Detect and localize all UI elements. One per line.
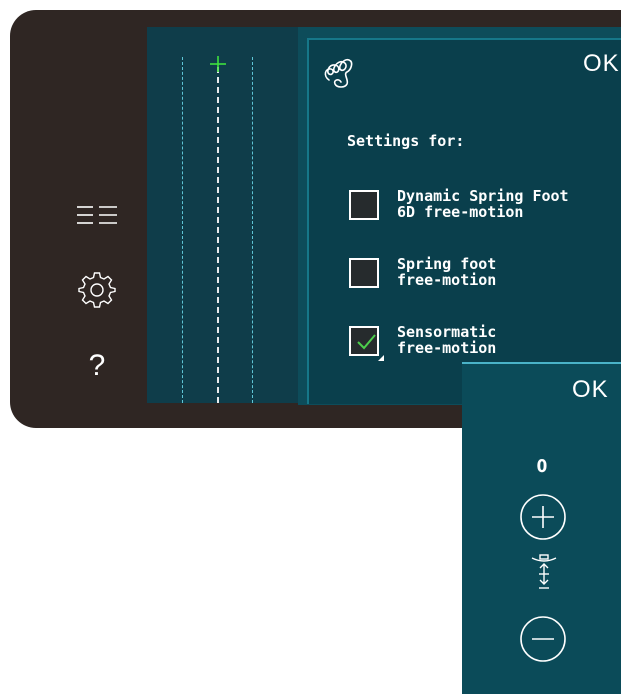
presser-foot-height-icon: [531, 554, 557, 589]
menu-button[interactable]: [72, 196, 122, 236]
settings-ok-button[interactable]: OK: [583, 50, 620, 78]
checkbox-sensormatic[interactable]: [349, 326, 384, 361]
checkmark-icon: [357, 334, 376, 350]
options-corner-indicator: [378, 355, 384, 361]
gear-icon: [78, 272, 116, 308]
checkbox-spring-foot[interactable]: [349, 258, 379, 288]
needle-position-icon: [210, 56, 226, 72]
stitch-preview: [147, 27, 299, 403]
settings-button[interactable]: [72, 270, 122, 310]
option-dynamic-spring-foot[interactable]: Dynamic Spring Foot 6D free-motion: [349, 187, 569, 230]
option-label: Spring foot free-motion: [397, 255, 497, 289]
settings-dialog: OK Settings for: Dynamic Spring Foot 6D …: [307, 38, 621, 404]
center-needle-line: [217, 67, 219, 403]
minus-icon[interactable]: [518, 614, 568, 664]
help-icon: ?: [88, 349, 106, 382]
free-motion-stitch-icon: [324, 58, 353, 88]
option-spring-foot[interactable]: Spring foot free-motion: [349, 255, 497, 298]
adjust-ok-button[interactable]: OK: [572, 376, 609, 404]
foot-height-value: 0: [536, 456, 548, 477]
option-label: Sensormatic free-motion: [397, 323, 497, 357]
foot-height-panel: OK 0: [462, 362, 621, 694]
option-sensormatic[interactable]: Sensormatic free-motion: [349, 323, 497, 366]
list-menu-icon: [77, 206, 117, 224]
guide-line-left: [182, 57, 183, 403]
guide-line-right: [252, 57, 253, 403]
help-button[interactable]: ?: [72, 346, 122, 386]
option-label: Dynamic Spring Foot 6D free-motion: [397, 187, 569, 221]
checkbox-dynamic-spring-foot[interactable]: [349, 190, 379, 220]
plus-icon[interactable]: [518, 492, 568, 542]
settings-heading: Settings for:: [347, 132, 465, 150]
